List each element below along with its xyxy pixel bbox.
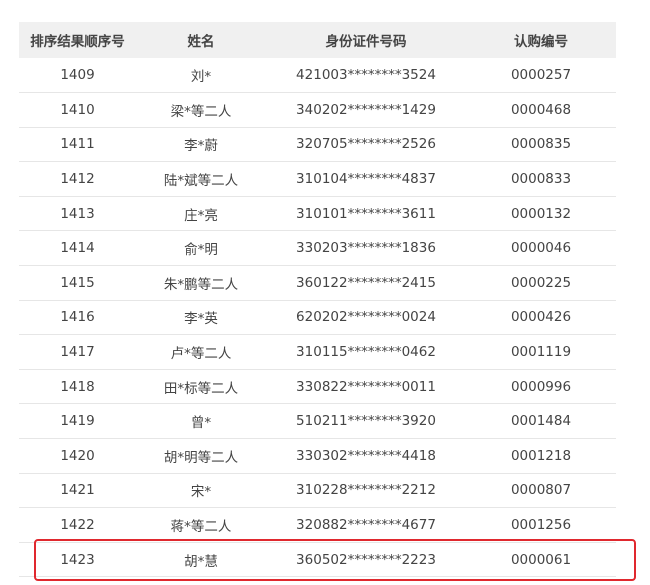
cell-subscription-number: 0001256	[466, 507, 616, 543]
table-row: 1419 曾* 510211********3920 0001484	[19, 403, 616, 440]
cell-name: 曾*	[136, 403, 266, 440]
cell-name: 庄*亮	[136, 196, 266, 232]
cell-subscription-number: 0000061	[466, 542, 616, 578]
table-row: 1416 李*英 620202********0024 0000426	[19, 300, 616, 336]
header-order-number: 排序结果顺序号	[30, 34, 125, 50]
cell-order-number: 1417	[19, 334, 136, 370]
cell-id-number: 340202********1429	[266, 92, 466, 128]
cell-name: 李*蔚	[136, 127, 266, 163]
cell-subscription-number: 0000807	[466, 473, 616, 509]
cell-id-number: 421003********3524	[266, 58, 466, 94]
cell-id-number: 330302********4418	[266, 438, 466, 474]
cell-id-number: 320882********4677	[266, 507, 466, 543]
cell-subscription-number: 0000225	[466, 265, 616, 301]
cell-order-number: 1412	[19, 161, 136, 197]
cell-id-number: 360122********2415	[266, 265, 466, 301]
cell-id-number: 360502********2223	[266, 542, 466, 578]
cell-name: 卢*等二人	[136, 334, 266, 370]
cell-name: 陆*斌等二人	[136, 161, 266, 197]
cell-order-number: 1418	[19, 369, 136, 405]
cell-order-number: 1409	[19, 58, 136, 94]
cell-id-number: 310104********4837	[266, 161, 466, 197]
table-header: 排序结果顺序号 姓名 身份证件号码 认购编号	[19, 22, 616, 58]
cell-id-number: 510211********3920	[266, 403, 466, 440]
table-row: 1411 李*蔚 320705********2526 0000835	[19, 127, 616, 163]
table-body: 1409 刘* 421003********3524 0000257 1410 …	[19, 58, 616, 578]
cell-name: 李*英	[136, 300, 266, 336]
table-row: 1413 庄*亮 310101********3611 0000132	[19, 196, 616, 232]
cell-name: 梁*等二人	[136, 92, 266, 128]
cell-id-number: 320705********2526	[266, 127, 466, 163]
cell-order-number: 1423	[19, 542, 136, 578]
table-row-highlighted: 1423 胡*慧 360502********2223 0000061	[19, 542, 616, 578]
lottery-result-table-container: 排序结果顺序号 姓名 身份证件号码 认购编号 1409 刘* 421003***…	[19, 22, 616, 578]
cell-order-number: 1416	[19, 300, 136, 336]
cell-order-number: 1411	[19, 127, 136, 163]
cell-name: 蒋*等二人	[136, 507, 266, 543]
cell-order-number: 1415	[19, 265, 136, 301]
table-row: 1409 刘* 421003********3524 0000257	[19, 58, 616, 94]
table-row: 1421 宋* 310228********2212 0000807	[19, 473, 616, 509]
cell-id-number: 310228********2212	[266, 473, 466, 509]
cell-id-number: 620202********0024	[266, 300, 466, 336]
table-row: 1417 卢*等二人 310115********0462 0001119	[19, 334, 616, 370]
cell-name: 朱*鹏等二人	[136, 265, 266, 301]
table-row: 1422 蒋*等二人 320882********4677 0001256	[19, 507, 616, 543]
cell-order-number: 1419	[19, 403, 136, 440]
table-row: 1414 俞*明 330203********1836 0000046	[19, 230, 616, 267]
cell-name: 俞*明	[136, 230, 266, 267]
cell-name: 宋*	[136, 473, 266, 509]
cell-id-number: 310115********0462	[266, 334, 466, 370]
table-row: 1420 胡*明等二人 330302********4418 0001218	[19, 438, 616, 474]
cell-id-number: 310101********3611	[266, 196, 466, 232]
table-row: 1412 陆*斌等二人 310104********4837 0000833	[19, 161, 616, 197]
table-row: 1418 田*标等二人 330822********0011 0000996	[19, 369, 616, 405]
cell-name: 胡*明等二人	[136, 438, 266, 474]
lottery-result-table: 排序结果顺序号 姓名 身份证件号码 认购编号 1409 刘* 421003***…	[19, 22, 616, 578]
table-row: 1410 梁*等二人 340202********1429 0000468	[19, 92, 616, 128]
cell-order-number: 1410	[19, 92, 136, 128]
cell-subscription-number: 0000046	[466, 230, 616, 267]
cell-subscription-number: 0001119	[466, 334, 616, 370]
header-name: 姓名	[187, 34, 215, 50]
cell-subscription-number: 0000468	[466, 92, 616, 128]
cell-id-number: 330203********1836	[266, 230, 466, 267]
table-row: 1415 朱*鹏等二人 360122********2415 0000225	[19, 265, 616, 301]
header-subscription-number: 认购编号	[514, 34, 568, 50]
table-header-row: 排序结果顺序号 姓名 身份证件号码 认购编号	[19, 22, 616, 58]
cell-order-number: 1421	[19, 473, 136, 509]
cell-subscription-number: 0000996	[466, 369, 616, 405]
cell-name: 田*标等二人	[136, 369, 266, 405]
cell-subscription-number: 0000835	[466, 127, 616, 163]
cell-subscription-number: 0000132	[466, 196, 616, 232]
cell-subscription-number: 0000257	[466, 58, 616, 94]
cell-subscription-number: 0000833	[466, 161, 616, 197]
cell-subscription-number: 0001218	[466, 438, 616, 474]
cell-order-number: 1414	[19, 230, 136, 267]
cell-order-number: 1420	[19, 438, 136, 474]
cell-order-number: 1422	[19, 507, 136, 543]
header-id-number: 身份证件号码	[325, 34, 407, 50]
cell-order-number: 1413	[19, 196, 136, 232]
cell-name: 胡*慧	[136, 542, 266, 578]
cell-subscription-number: 0001484	[466, 403, 616, 440]
cell-name: 刘*	[136, 58, 266, 94]
cell-id-number: 330822********0011	[266, 369, 466, 405]
cell-subscription-number: 0000426	[466, 300, 616, 336]
